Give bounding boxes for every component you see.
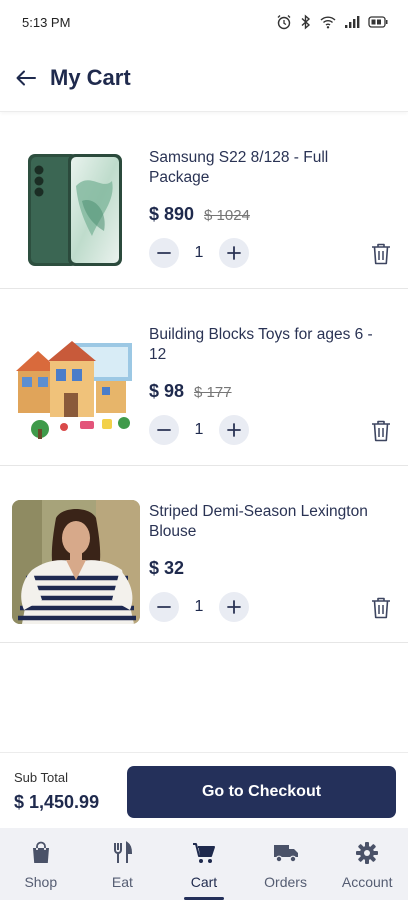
phone-image[interactable] bbox=[12, 146, 140, 270]
minus-icon bbox=[157, 606, 171, 608]
item-name[interactable]: Samsung S22 8/128 - Full Package bbox=[149, 148, 379, 188]
quantity-value: 1 bbox=[194, 244, 204, 261]
checkout-bar: Sub Total $ 1,450.99 Go to Checkout bbox=[0, 752, 408, 828]
cart-item[interactable]: Building Blocks Toys for ages 6 - 12 $ 9… bbox=[0, 289, 408, 466]
nav-label: Account bbox=[341, 874, 393, 890]
nav-item-orders[interactable]: Orders bbox=[245, 828, 327, 900]
cart-item[interactable]: Striped Demi-Season Lexington Blouse $ 3… bbox=[0, 466, 408, 643]
decrease-quantity-button[interactable] bbox=[149, 415, 179, 445]
quantity-stepper: 1 bbox=[149, 238, 249, 268]
price-row: $ 98 $ 177 bbox=[149, 381, 232, 402]
decrease-quantity-button[interactable] bbox=[149, 238, 179, 268]
quantity-stepper: 1 bbox=[149, 592, 249, 622]
plus-icon bbox=[227, 600, 241, 614]
arrow-left-icon bbox=[16, 70, 36, 85]
app-header: My Cart bbox=[0, 44, 408, 112]
minus-icon bbox=[157, 429, 171, 431]
item-price: $ 98 bbox=[149, 381, 185, 401]
nav-item-cart[interactable]: Cart bbox=[163, 828, 245, 900]
signal-icon bbox=[345, 16, 360, 28]
plus-icon bbox=[227, 246, 241, 260]
remove-item-button[interactable] bbox=[370, 419, 394, 443]
bottom-nav: Shop Eat Cart Orders Account bbox=[0, 828, 408, 900]
remove-item-button[interactable] bbox=[370, 596, 394, 620]
wifi-icon bbox=[320, 16, 336, 29]
item-price: $ 890 bbox=[149, 204, 195, 224]
alarm-icon bbox=[277, 15, 291, 30]
nav-label: Shop bbox=[24, 874, 58, 890]
nav-item-account[interactable]: Account bbox=[326, 828, 408, 900]
plus-icon bbox=[227, 423, 241, 437]
increase-quantity-button[interactable] bbox=[219, 592, 249, 622]
increase-quantity-button[interactable] bbox=[219, 415, 249, 445]
blouse-image[interactable] bbox=[12, 500, 140, 624]
nav-item-shop[interactable]: Shop bbox=[0, 828, 82, 900]
gear-icon bbox=[354, 840, 380, 866]
truck-icon bbox=[273, 840, 299, 866]
price-row: $ 32 bbox=[149, 558, 184, 579]
shopping-bag-icon bbox=[28, 840, 54, 866]
cart-list: Samsung S22 8/128 - Full Package $ 890 $… bbox=[0, 112, 408, 643]
quantity-stepper: 1 bbox=[149, 415, 249, 445]
nav-label: Orders bbox=[264, 874, 307, 890]
bluetooth-icon bbox=[301, 14, 311, 30]
nav-item-eat[interactable]: Eat bbox=[82, 828, 164, 900]
item-old-price: $ 1024 bbox=[204, 207, 250, 224]
cart-icon bbox=[191, 840, 217, 866]
remove-item-button[interactable] bbox=[370, 242, 394, 266]
cart-item[interactable]: Samsung S22 8/128 - Full Package $ 890 $… bbox=[0, 112, 408, 289]
item-old-price: $ 177 bbox=[194, 384, 232, 401]
nav-label: Eat bbox=[111, 874, 133, 890]
decrease-quantity-button[interactable] bbox=[149, 592, 179, 622]
minus-icon bbox=[157, 252, 171, 254]
quantity-value: 1 bbox=[194, 598, 204, 615]
price-row: $ 890 $ 1024 bbox=[149, 204, 250, 225]
back-button[interactable] bbox=[14, 66, 38, 90]
item-name[interactable]: Building Blocks Toys for ages 6 - 12 bbox=[149, 325, 379, 365]
checkout-button[interactable]: Go to Checkout bbox=[127, 766, 396, 818]
quantity-value: 1 bbox=[194, 421, 204, 438]
status-time: 5:13 PM bbox=[22, 14, 71, 30]
item-name[interactable]: Striped Demi-Season Lexington Blouse bbox=[149, 502, 379, 542]
trash-icon bbox=[372, 597, 390, 619]
page-title: My Cart bbox=[50, 64, 131, 90]
subtotal-value: $ 1,450.99 bbox=[14, 792, 100, 812]
status-icons bbox=[276, 14, 388, 30]
toy-blocks-image[interactable] bbox=[12, 323, 140, 447]
status-bar: 5:13 PM bbox=[0, 0, 408, 44]
battery-icon bbox=[368, 16, 388, 28]
trash-icon bbox=[372, 420, 390, 442]
trash-icon bbox=[372, 243, 390, 265]
nav-label: Cart bbox=[190, 874, 218, 890]
item-price: $ 32 bbox=[149, 558, 185, 578]
subtotal-label: Sub Total bbox=[14, 770, 68, 785]
increase-quantity-button[interactable] bbox=[219, 238, 249, 268]
fork-knife-icon bbox=[109, 840, 135, 866]
